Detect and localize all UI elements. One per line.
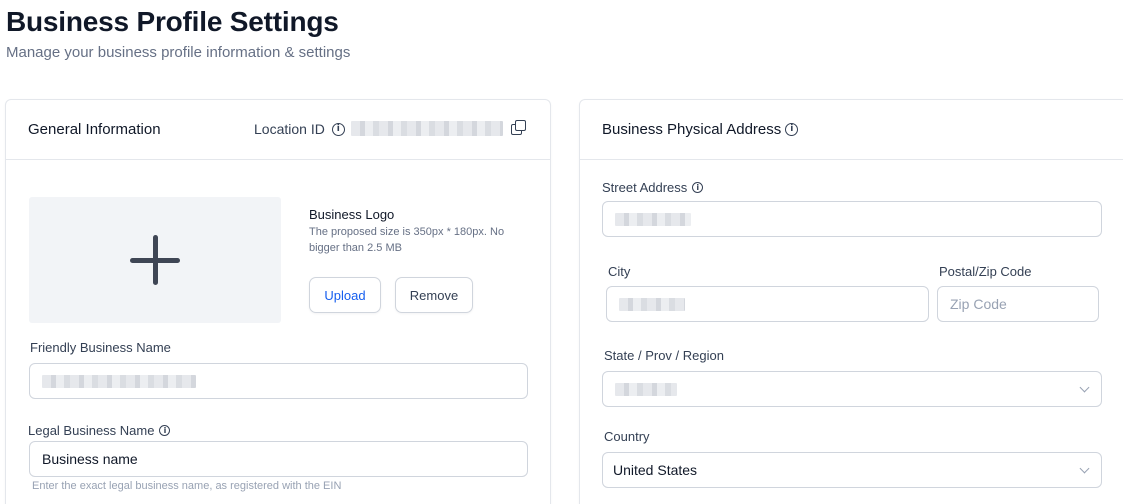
postal-code-placeholder: Zip Code xyxy=(950,296,1007,312)
page-title: Business Profile Settings xyxy=(6,6,339,37)
business-address-title-text: Business Physical Address xyxy=(602,121,782,138)
general-information-header: General Information Location ID i xyxy=(6,100,550,160)
remove-button[interactable]: Remove xyxy=(395,277,473,313)
info-icon[interactable]: i xyxy=(159,425,171,436)
location-id-value-redacted xyxy=(351,121,503,136)
street-address-input[interactable] xyxy=(602,201,1102,237)
city-label-text: City xyxy=(608,264,631,279)
chevron-down-icon xyxy=(1079,463,1090,474)
business-address-title: Business Physical Address i xyxy=(602,121,799,138)
street-address-value-redacted xyxy=(615,212,691,226)
business-logo-title: Business Logo xyxy=(309,207,395,222)
street-address-label: Street Address i xyxy=(602,180,704,195)
info-icon[interactable]: i xyxy=(692,182,704,193)
business-address-card: Business Physical Address i Street Addre… xyxy=(579,99,1123,504)
logo-upload-area[interactable] xyxy=(29,197,281,323)
business-logo-description: The proposed size is 350px * 180px. No b… xyxy=(309,226,505,254)
general-information-card: General Information Location ID i Busine… xyxy=(5,99,551,504)
country-label-text: Country xyxy=(604,429,650,444)
postal-code-label: Postal/Zip Code xyxy=(939,264,1032,279)
location-id-text: Location ID xyxy=(254,121,325,137)
location-id-label: Location ID i xyxy=(254,121,345,137)
friendly-business-name-input[interactable] xyxy=(29,363,528,399)
general-information-title: General Information xyxy=(28,121,161,138)
city-input[interactable] xyxy=(606,286,929,322)
info-icon[interactable]: i xyxy=(785,123,799,136)
legal-business-name-hint: Enter the exact legal business name, as … xyxy=(32,480,342,492)
friendly-business-name-label: Friendly Business Name xyxy=(30,340,171,355)
street-address-label-text: Street Address xyxy=(602,180,688,195)
state-label-text: State / Prov / Region xyxy=(604,348,724,363)
legal-business-name-value: Business name xyxy=(42,451,138,467)
legal-business-name-label-text: Legal Business Name xyxy=(28,423,155,438)
postal-code-label-text: Postal/Zip Code xyxy=(939,264,1032,279)
country-select[interactable]: United States xyxy=(602,452,1102,488)
country-value: United States xyxy=(613,462,698,478)
copy-icon[interactable] xyxy=(511,120,526,135)
page-subtitle: Manage your business profile information… xyxy=(6,44,351,61)
chevron-down-icon xyxy=(1079,382,1090,393)
state-label: State / Prov / Region xyxy=(604,348,724,363)
legal-business-name-label: Legal Business Name i xyxy=(28,423,171,438)
country-label: Country xyxy=(604,429,650,444)
city-label: City xyxy=(608,264,630,279)
business-address-header: Business Physical Address i xyxy=(580,100,1123,160)
friendly-business-name-label-text: Friendly Business Name xyxy=(30,340,171,355)
city-value-redacted xyxy=(619,297,685,311)
legal-business-name-input[interactable]: Business name xyxy=(29,441,528,477)
friendly-business-name-value-redacted xyxy=(42,374,196,388)
plus-icon xyxy=(130,235,180,285)
upload-button[interactable]: Upload xyxy=(309,277,381,313)
state-select[interactable] xyxy=(602,371,1102,407)
postal-code-input[interactable]: Zip Code xyxy=(937,286,1099,322)
info-icon[interactable]: i xyxy=(331,122,345,136)
state-value-redacted xyxy=(615,382,677,396)
